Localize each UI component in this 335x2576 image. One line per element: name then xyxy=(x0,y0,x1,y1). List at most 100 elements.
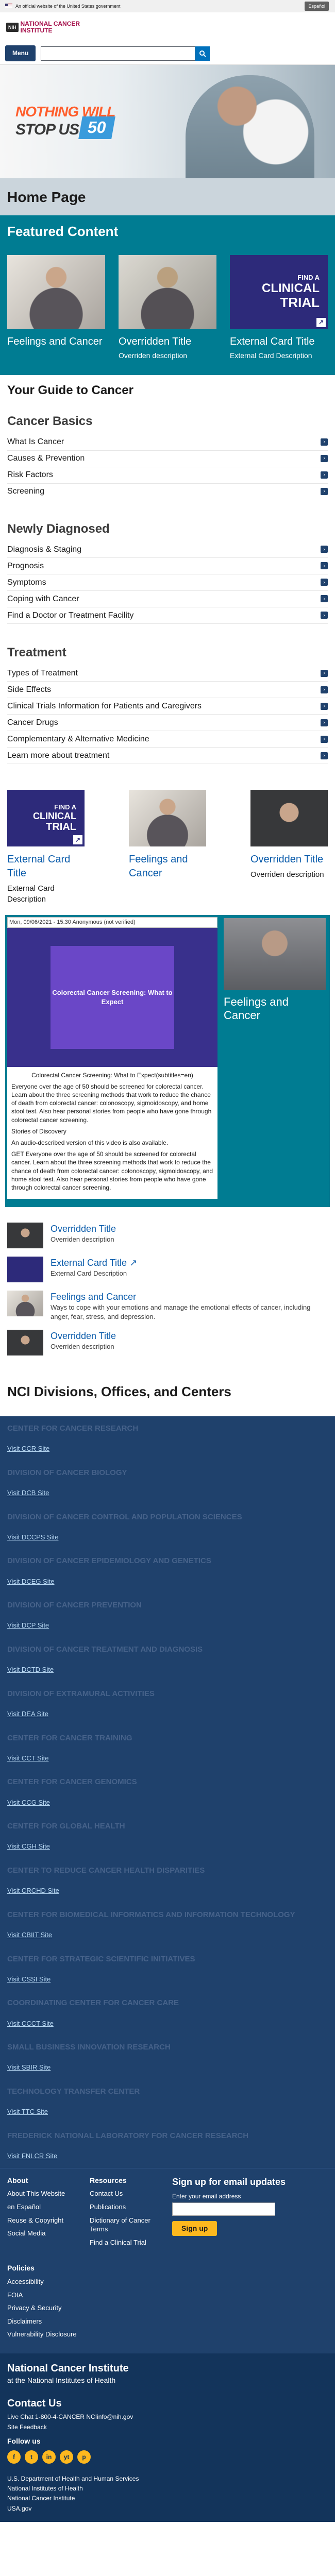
site-footer: About About This Website en Español Reuse … xyxy=(0,2167,335,2522)
footer-link[interactable]: en Español xyxy=(7,2202,74,2212)
division-title: FREDERICK NATIONAL LABORATORY FOR CANCER… xyxy=(7,2131,249,2140)
policy-link[interactable]: FOIA xyxy=(7,2291,328,2300)
division-title: CENTER FOR GLOBAL HEALTH xyxy=(7,1822,125,1831)
list-item[interactable]: External Card Title ↗ External Card Desc… xyxy=(7,1257,328,1283)
guide-link[interactable]: Types of Treatment › xyxy=(7,665,328,682)
division-link[interactable]: Visit DEA Site xyxy=(7,1709,328,1719)
list-item-title: Overridden Title xyxy=(51,1330,116,1341)
agency-link[interactable]: National Cancer Institute xyxy=(7,2494,328,2503)
guide-link[interactable]: Cancer Drugs › xyxy=(7,715,328,732)
division-link[interactable]: Visit TTC Site xyxy=(7,2107,328,2116)
division-link[interactable]: Visit DCTD Site xyxy=(7,1665,328,1674)
footer-link[interactable]: Social Media xyxy=(7,2229,74,2238)
multimedia-card[interactable]: Overridden Title Overriden description xyxy=(250,790,328,905)
policies-links: Accessibility FOIA Privacy & Security Discl… xyxy=(7,2277,328,2339)
division-link[interactable]: Visit CCCT Site xyxy=(7,2019,328,2028)
card-image xyxy=(7,255,105,329)
list-item[interactable]: Overridden Title Overriden description xyxy=(7,1329,328,1355)
guide-link[interactable]: Learn more about treatment › xyxy=(7,748,328,765)
division-link[interactable]: Visit FNLCR Site xyxy=(7,2151,328,2161)
footer-link[interactable]: Find a Clinical Trial xyxy=(90,2238,157,2247)
footer-link[interactable]: Contact Us xyxy=(90,2189,157,2198)
agency-link[interactable]: National Institutes of Health xyxy=(7,2484,328,2494)
division-title: CENTER FOR CANCER GENOMICS xyxy=(7,1777,137,1787)
youtube-icon[interactable]: yt xyxy=(60,2450,73,2464)
bottom-links: U.S. Department of Health and Human Serv… xyxy=(7,2474,328,2514)
list-thumb xyxy=(7,1257,43,1283)
division-link[interactable]: Visit CBIIT Site xyxy=(7,1930,328,1940)
policy-link[interactable]: Vulnerability Disclosure xyxy=(7,2330,328,2339)
guide-link[interactable]: What Is Cancer › xyxy=(7,434,328,451)
guide-link-label: Risk Factors xyxy=(7,470,53,480)
list-item-title: External Card Title ↗ xyxy=(51,1257,137,1269)
featured-card[interactable]: Overridden Title Overriden description xyxy=(119,255,216,361)
guide-link[interactable]: Complementary & Alternative Medicine › xyxy=(7,731,328,748)
guide-link[interactable]: Prognosis › xyxy=(7,558,328,574)
contact-line[interactable]: Live Chat 1-800-4-CANCER NCIinfo@nih.gov xyxy=(7,2413,328,2421)
guide-link-label: Types of Treatment xyxy=(7,669,78,678)
division-link[interactable]: Visit CGH Site xyxy=(7,1842,328,1851)
card-image xyxy=(119,255,216,329)
pinterest-icon[interactable]: p xyxy=(77,2450,91,2464)
menu-button[interactable]: Menu xyxy=(5,45,36,61)
espanol-button[interactable]: Español xyxy=(305,1,329,11)
site-feedback-link[interactable]: Site Feedback xyxy=(7,2423,328,2431)
guide-link[interactable]: Symptoms › xyxy=(7,574,328,591)
policy-link[interactable]: Accessibility xyxy=(7,2277,328,2286)
agency-link[interactable]: U.S. Department of Health and Human Serv… xyxy=(7,2474,328,2484)
nci-logo[interactable]: NIH NATIONAL CANCER INSTITUTE xyxy=(6,21,80,33)
list-item[interactable]: Overridden Title Overriden description xyxy=(7,1223,328,1249)
division-link[interactable]: Visit DCP Site xyxy=(7,1621,328,1630)
featured-cards: Feelings and Cancer Overridden Title Ove… xyxy=(7,255,328,361)
hero-banner[interactable]: NOTHING WILL STOP US 50 xyxy=(0,65,335,178)
search-input[interactable] xyxy=(41,46,196,61)
guide-block: Newly Diagnosed Diagnosis & Staging › Progn… xyxy=(7,521,328,624)
contact-heading: Contact Us xyxy=(7,2397,62,2409)
video-player[interactable]: Colorectal Cancer Screening: What to Exp… xyxy=(7,927,217,1067)
division-link[interactable]: Visit DCEG Site xyxy=(7,1577,328,1586)
division-link[interactable]: Visit CCR Site xyxy=(7,1444,328,1453)
guide-link[interactable]: Clinical Trials Information for Patients… xyxy=(7,698,328,715)
video-side-card[interactable]: Feelings and Cancer xyxy=(220,915,330,1201)
footer-link[interactable]: Publications xyxy=(90,2202,157,2212)
email-field[interactable] xyxy=(172,2202,275,2216)
facebook-icon[interactable]: f xyxy=(7,2450,21,2464)
footer-link[interactable]: Reuse & Copyright xyxy=(7,2216,74,2225)
guide-link[interactable]: Risk Factors › xyxy=(7,467,328,484)
guide-link[interactable]: Causes & Prevention › xyxy=(7,451,328,467)
division-link[interactable]: Visit DCB Site xyxy=(7,1488,328,1498)
division-link[interactable]: Visit CCT Site xyxy=(7,1754,328,1763)
policy-link[interactable]: Privacy & Security xyxy=(7,2303,328,2313)
agency-link[interactable]: USA.gov xyxy=(7,2504,328,2514)
chevron-right-icon: › xyxy=(321,471,328,479)
multimedia-card[interactable]: Feelings and Cancer xyxy=(129,790,206,905)
division-title: SMALL BUSINESS INNOVATION RESEARCH xyxy=(7,2043,171,2052)
policy-link[interactable]: Disclaimers xyxy=(7,2317,328,2326)
guide-link[interactable]: Screening › xyxy=(7,484,328,500)
card-title: Overridden Title xyxy=(250,854,324,866)
division-link[interactable]: Visit DCCPS Site xyxy=(7,1533,328,1542)
resources-links: Contact Us Publications Dictionary of Canc… xyxy=(90,2189,157,2247)
chevron-right-icon: › xyxy=(321,719,328,726)
list-item[interactable]: Feelings and Cancer Ways to cope with yo… xyxy=(7,1291,328,1321)
guide-link[interactable]: Diagnosis & Staging › xyxy=(7,541,328,558)
search-button[interactable] xyxy=(195,46,210,61)
twitter-icon[interactable]: t xyxy=(25,2450,38,2464)
featured-card[interactable]: Feelings and Cancer xyxy=(7,255,105,361)
multimedia-card[interactable]: FIND A CLINICAL TRIAL ↗ External Card Ti… xyxy=(7,790,85,905)
footer-link[interactable]: Dictionary of Cancer Terms xyxy=(90,2216,157,2234)
division-link[interactable]: Visit CRCHD Site xyxy=(7,1886,328,1895)
footer-about-heading: About xyxy=(7,2176,28,2184)
featured-card-external[interactable]: FIND A CLINICAL TRIAL ↗ External Card Ti… xyxy=(230,255,328,361)
guide-link-label: Causes & Prevention xyxy=(7,454,85,463)
instagram-icon[interactable]: in xyxy=(42,2450,56,2464)
signup-button[interactable]: Sign up xyxy=(172,2221,217,2236)
guide-link[interactable]: Find a Doctor or Treatment Facility › xyxy=(7,607,328,624)
division-link[interactable]: Visit CSSI Site xyxy=(7,1975,328,1984)
footer-link[interactable]: About This Website xyxy=(7,2189,74,2198)
division-link[interactable]: Visit CCG Site xyxy=(7,1798,328,1807)
guide-link[interactable]: Coping with Cancer › xyxy=(7,591,328,607)
division-link[interactable]: Visit SBIR Site xyxy=(7,2063,328,2072)
external-link-icon: ↗ xyxy=(316,317,326,327)
guide-link[interactable]: Side Effects › xyxy=(7,682,328,699)
